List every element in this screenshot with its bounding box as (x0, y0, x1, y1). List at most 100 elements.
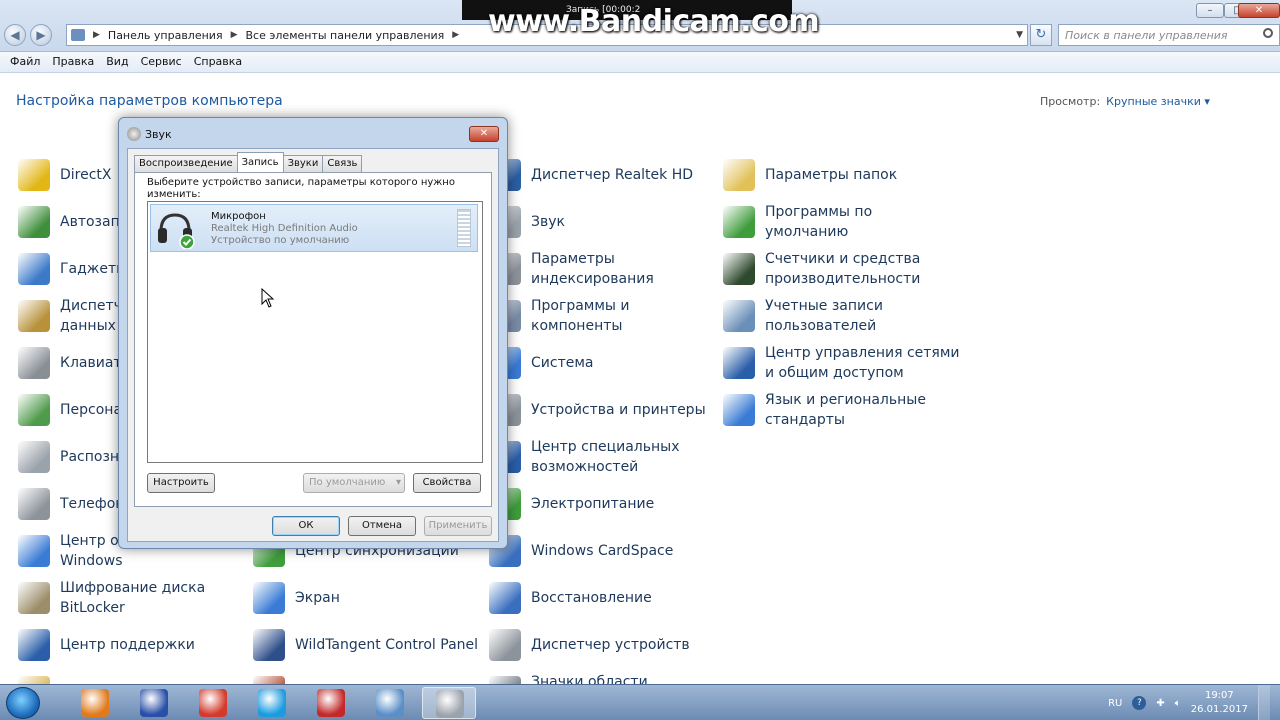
volume-icon[interactable]: 🔈︎ (1175, 698, 1181, 709)
cp-item[interactable]: Параметры индексирования (489, 247, 654, 291)
start-button[interactable] (6, 687, 40, 719)
menu-view[interactable]: Вид (100, 52, 134, 72)
chevron-down-icon: ▾ (395, 477, 401, 488)
cp-item[interactable]: Центр управления сетями и общим доступом (723, 341, 960, 385)
cp-item[interactable]: Программы и компоненты (489, 294, 630, 338)
menu-edit[interactable]: Правка (46, 52, 100, 72)
cp-item[interactable]: Диспетч данных (18, 294, 122, 338)
cp-item[interactable]: Экран (253, 576, 340, 620)
sound-dialog: Звук ✕ Воспроизведение Запись Звуки Связ… (118, 117, 508, 549)
cp-item[interactable]: Счетчики и средства производительности (723, 247, 920, 291)
breadcrumb-control-panel[interactable]: Панель управления (108, 29, 223, 42)
cp-item[interactable]: Windows CardSpace (489, 529, 673, 573)
device-driver: Realtek High Definition Audio (211, 223, 358, 234)
taskbar-app[interactable] (422, 687, 476, 719)
cp-item[interactable]: Восстановление (489, 576, 652, 620)
personalization-icon (18, 394, 50, 426)
breadcrumb-all-items[interactable]: Все элементы панели управления (246, 29, 445, 42)
clock[interactable]: 19:07 26.01.2017 (1191, 689, 1248, 717)
help-icon[interactable]: ? (1132, 696, 1147, 710)
cp-item-label: Система (531, 355, 594, 371)
save-floppy-icon (140, 689, 168, 717)
tab-communications[interactable]: Связь (322, 155, 363, 172)
cp-item[interactable]: Распозна (18, 435, 128, 479)
network-icon[interactable]: ✚ (1156, 698, 1164, 709)
cp-item[interactable]: Программы по умолчанию (723, 200, 872, 244)
cancel-button[interactable]: Отмена (348, 516, 416, 536)
cp-item[interactable]: Диспетчер устройств (489, 623, 690, 667)
directx-icon (18, 159, 50, 191)
recording-panel: Выберите устройство записи, параметры ко… (134, 172, 492, 507)
taskbar-app[interactable] (363, 687, 417, 719)
minimize-button[interactable]: – (1196, 3, 1224, 18)
language-indicator[interactable]: RU (1108, 698, 1122, 709)
device-manager-icon (489, 629, 521, 661)
bandicam-watermark: www.Bandicam.com (488, 4, 820, 39)
view-by: Просмотр: Крупные значки ▾ (1040, 95, 1210, 108)
configure-button[interactable]: Настроить (147, 473, 215, 493)
apply-button[interactable]: Применить (424, 516, 492, 536)
windows-update-icon (18, 535, 50, 567)
cp-item[interactable]: Учетные записи пользователей (723, 294, 883, 338)
cp-item[interactable]: Персонал (18, 388, 131, 432)
chevron-right-icon: ▶ (230, 30, 238, 40)
properties-button[interactable]: Свойства (413, 473, 481, 493)
menu-tools[interactable]: Сервис (135, 52, 188, 72)
cp-item[interactable]: Автозапу (18, 200, 128, 244)
ok-button[interactable]: ОК (272, 516, 340, 536)
taskbar-app[interactable] (186, 687, 240, 719)
show-desktop-button[interactable] (1258, 685, 1270, 720)
taskbar: RU ? ✚ 🔈︎ 19:07 26.01.2017 (0, 684, 1280, 720)
search-input[interactable]: Поиск в панели управления (1058, 24, 1280, 46)
dialog-tabs: Воспроизведение Запись Звуки Связь (134, 152, 363, 172)
taskbar-app[interactable] (127, 687, 181, 719)
cp-item[interactable]: Центр об Windows (18, 529, 127, 573)
view-by-dropdown[interactable]: Крупные значки ▾ (1106, 95, 1210, 108)
cp-item-label: Экран (295, 590, 340, 606)
menu-file[interactable]: Файл (4, 52, 46, 72)
cp-item-label: Параметры индексирования (531, 251, 654, 287)
search-icon (1263, 28, 1273, 38)
cp-item[interactable]: Шифрование диска BitLocker (18, 576, 205, 620)
set-default-button[interactable]: По умолчанию ▾ (303, 473, 405, 493)
taskbar-app[interactable] (304, 687, 358, 719)
device-item-microphone[interactable]: Микрофон Realtek High Definition Audio У… (150, 204, 478, 252)
cp-item[interactable]: Телефон (18, 482, 124, 526)
tab-playback[interactable]: Воспроизведение (134, 155, 238, 172)
cp-item[interactable]: Гаджеты (18, 247, 127, 291)
cp-item-label: Телефон (60, 496, 125, 512)
tab-recording[interactable]: Запись (236, 152, 284, 172)
cp-item-label: Звук (531, 214, 565, 230)
sound-dialog-icon (436, 690, 464, 718)
cp-item[interactable]: WildTangent Control Panel (253, 623, 478, 667)
cp-item[interactable]: Клавиату (18, 341, 130, 385)
dialog-close-button[interactable]: ✕ (469, 126, 499, 142)
cp-item[interactable]: Центр специальных возможностей (489, 435, 680, 479)
folder-options-icon (723, 159, 755, 191)
back-button[interactable]: ◀ (4, 24, 26, 46)
cp-item-label: Восстановление (531, 590, 652, 606)
device-list[interactable]: Микрофон Realtek High Definition Audio У… (147, 201, 483, 463)
refresh-button[interactable]: ↻ (1030, 24, 1052, 46)
autoplay-icon (18, 206, 50, 238)
cp-item[interactable]: Язык и региональные стандарты (723, 388, 926, 432)
tab-sounds[interactable]: Звуки (282, 155, 324, 172)
cp-item-label: Диспетч данных (60, 298, 122, 334)
cp-item-label: Центр специальных возможностей (531, 439, 680, 475)
cp-item[interactable]: Диспетчер Realtek HD (489, 153, 693, 197)
taskbar-app[interactable] (68, 687, 122, 719)
forward-button[interactable]: ▶ (30, 24, 52, 46)
cp-item[interactable]: Параметры папок (723, 153, 897, 197)
chevron-down-icon[interactable]: ▼ (1016, 30, 1023, 40)
cp-item[interactable]: Электропитание (489, 482, 654, 526)
menu-help[interactable]: Справка (188, 52, 248, 72)
cp-item[interactable]: Устройства и принтеры (489, 388, 706, 432)
cp-item[interactable]: Центр поддержки (18, 623, 195, 667)
control-panel-icon (71, 29, 85, 41)
default-programs-icon (723, 206, 755, 238)
region-language-icon (723, 394, 755, 426)
close-button[interactable]: ✕ (1238, 3, 1280, 18)
cp-item[interactable]: DirectX (18, 153, 112, 197)
phone-modem-icon (18, 488, 50, 520)
taskbar-app[interactable] (245, 687, 299, 719)
